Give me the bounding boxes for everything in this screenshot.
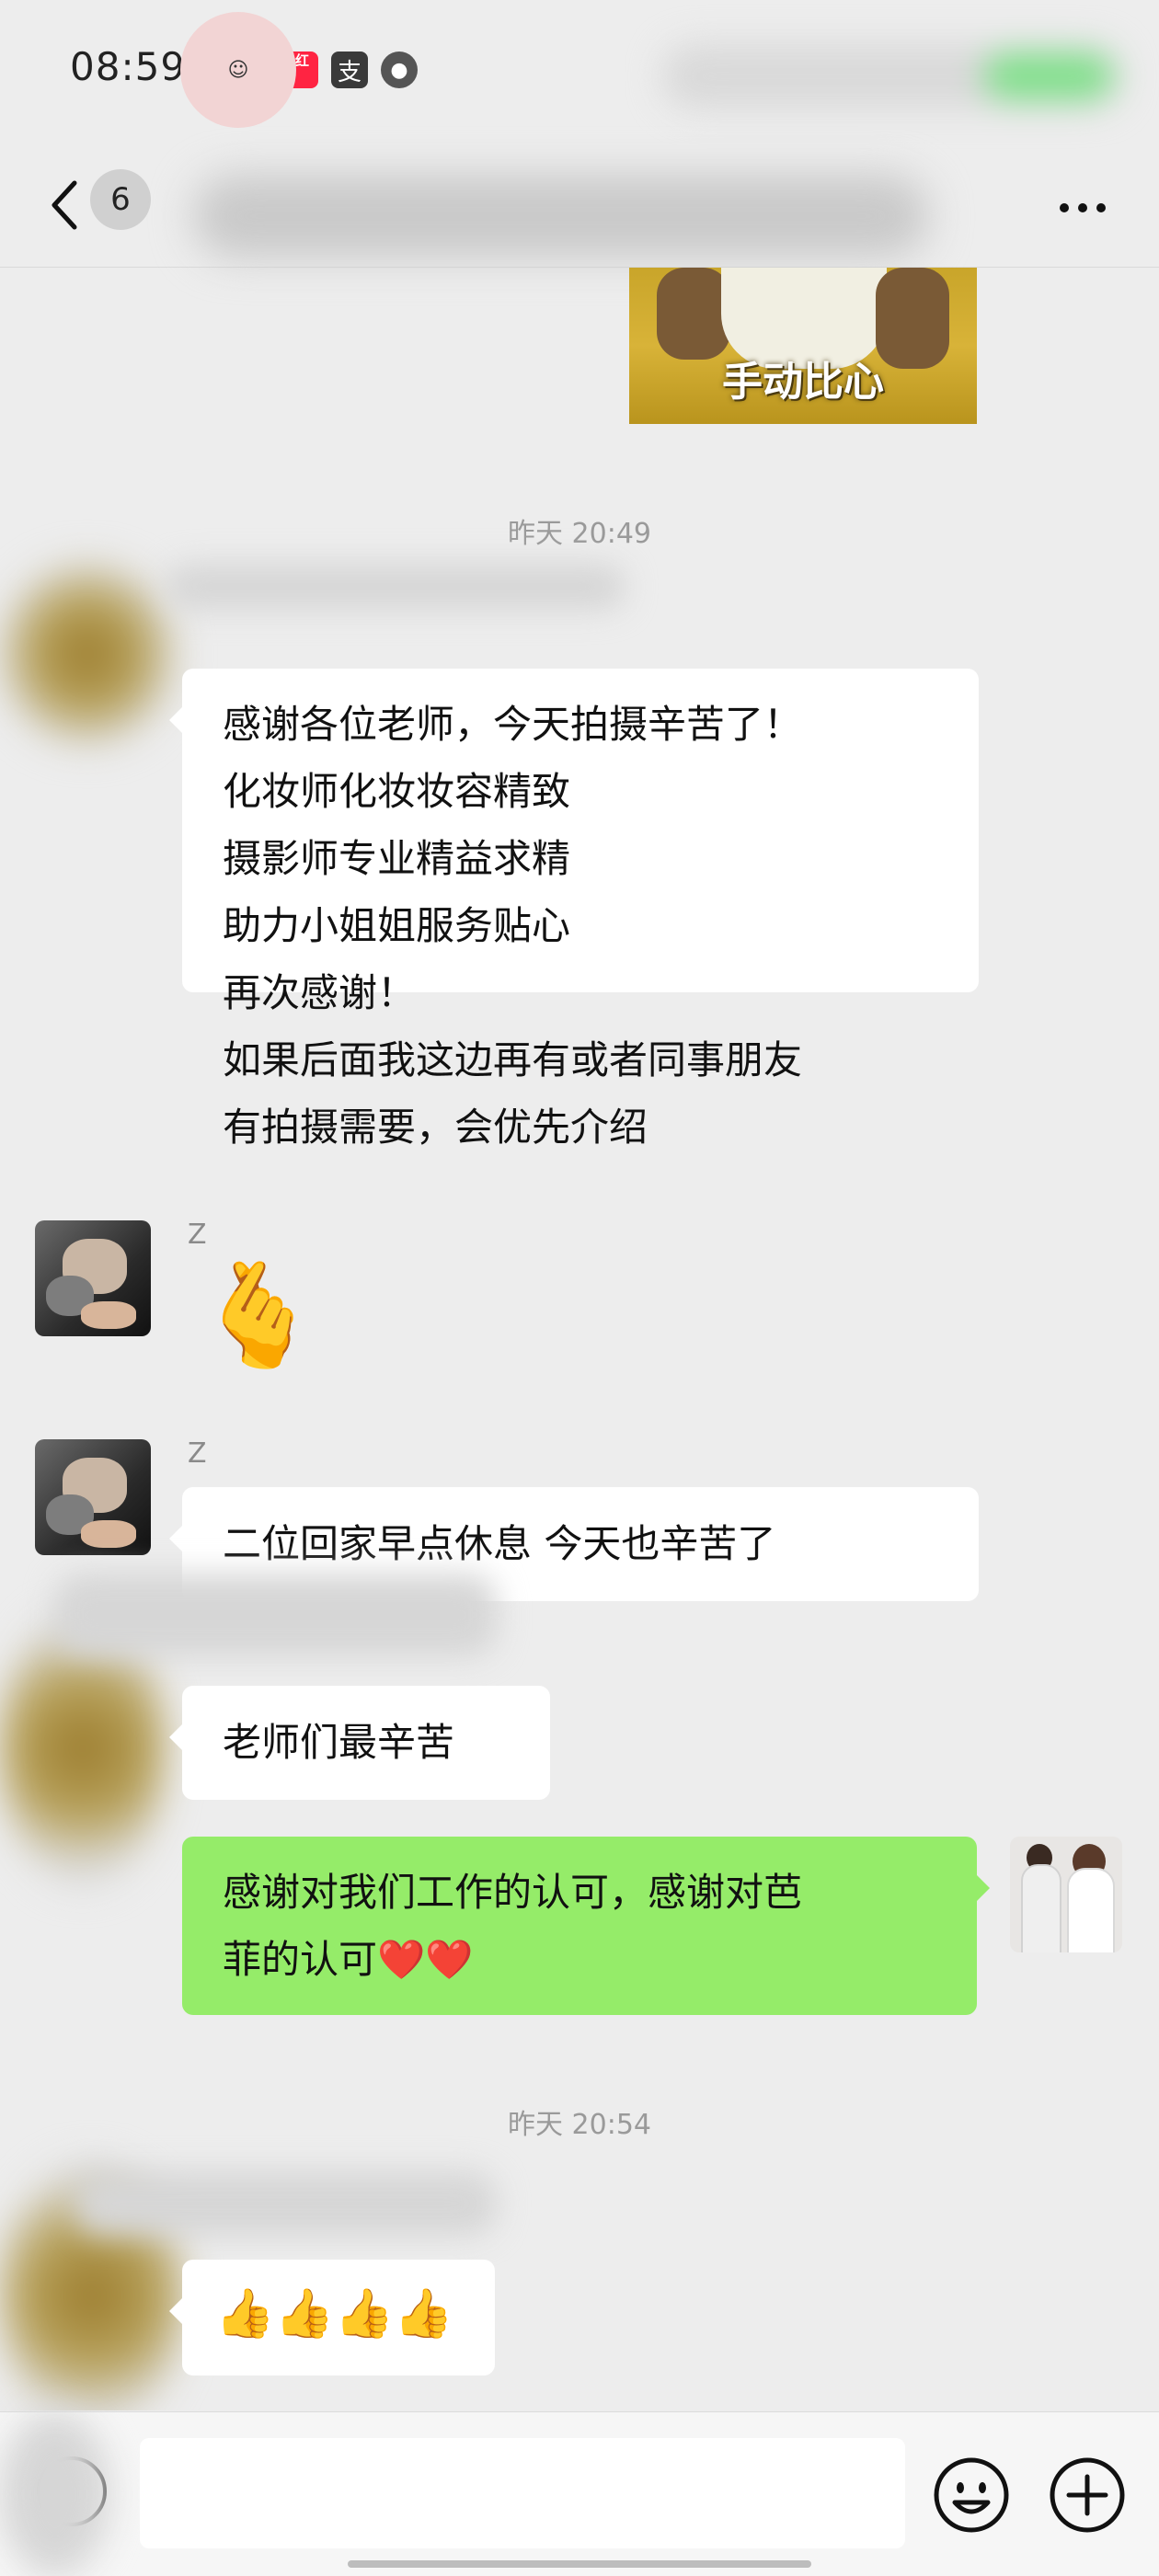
sender-name: Z [188,1219,207,1251]
back-arrow-icon[interactable] [44,173,85,237]
message-line: 老师们最辛苦 [223,1720,455,1765]
message-line: 感谢对我们工作的认可，感谢对芭 [223,1870,803,1915]
message-bubble-thumbs[interactable]: 👍👍👍👍 [169,2260,495,2376]
message-line: 再次感谢！ [223,970,417,1015]
sender-name: Z [188,1437,207,1470]
alipay-app-icon: 支 [331,52,368,88]
sticker-caption: 手动比心 [722,359,884,406]
input-bar [0,2411,1159,2576]
sender-name-blurred [55,1574,497,1656]
message-input[interactable] [140,2438,905,2548]
message-line: 化妆师化妆妆容精致 [223,769,571,814]
avatar-app-icon: ☺ [180,12,296,128]
chat-header: 6 [0,147,1159,268]
message-line: 有拍摄需要，会优先介绍 [223,1105,648,1150]
misc-app-icon: ● [381,52,418,88]
message-line: 摄影师专业精益求精 [223,836,571,881]
emoji-icon[interactable] [933,2456,1010,2534]
timestamp: 昨天 20:49 [508,518,651,550]
plus-icon[interactable] [1049,2456,1126,2534]
voice-button-blurred [0,2412,110,2576]
unread-count-badge[interactable]: 6 [90,169,151,230]
message-bubble-thanks[interactable]: 感谢各位老师，今天拍摄辛苦了！ 化妆师化妆妆容精致 摄影师专业精益求精 助力小姐… [169,669,979,1150]
clock: 08:59 [70,44,187,89]
avatar-blurred[interactable] [0,562,175,746]
message-line: 如果后面我这边再有或者同事朋友 [223,1037,803,1082]
chat-title-blurred [193,175,929,258]
chat-message-list[interactable]: 手动比心 昨天 20:49 感谢各位老师，今天拍摄辛苦了！ 化妆师化妆妆容精致 … [0,268,1159,2410]
message-line: 二位回家早点休息 今天也辛苦了 [223,1521,776,1566]
status-bar: 08:59 听 ▶ 小红书 支 ☺ ● [0,0,1159,138]
message-line: 感谢各位老师，今天拍摄辛苦了！ [223,702,803,747]
timestamp: 昨天 20:54 [508,2109,651,2141]
sender-name-blurred [74,2171,497,2236]
sender-name-blurred [166,564,625,610]
sticker-message[interactable]: 手动比心 [629,268,977,424]
thumbs-up-emoji: 👍👍👍👍 [215,2286,453,2341]
my-avatar[interactable] [1010,1837,1122,1952]
notification-icons: 听 ▶ 小红书 支 ☺ ● [180,12,418,128]
message-bubble-mine[interactable]: 感谢对我们工作的认可，感谢对芭 菲的认可❤️❤️ [182,1837,990,2015]
message-bubble-teacher[interactable]: 老师们最辛苦 [169,1686,550,1800]
avatar-z[interactable] [35,1220,151,1336]
avatar-z[interactable] [35,1439,151,1555]
more-options-icon[interactable] [1050,189,1115,226]
heart-hand-emoji[interactable]: 🫰 [195,1265,321,1366]
system-status-blurred [662,44,1122,109]
message-line: 菲的认可❤️❤️ [223,1937,474,1982]
message-line: 助力小姐姐服务贴心 [223,903,571,948]
home-indicator[interactable] [348,2560,811,2568]
